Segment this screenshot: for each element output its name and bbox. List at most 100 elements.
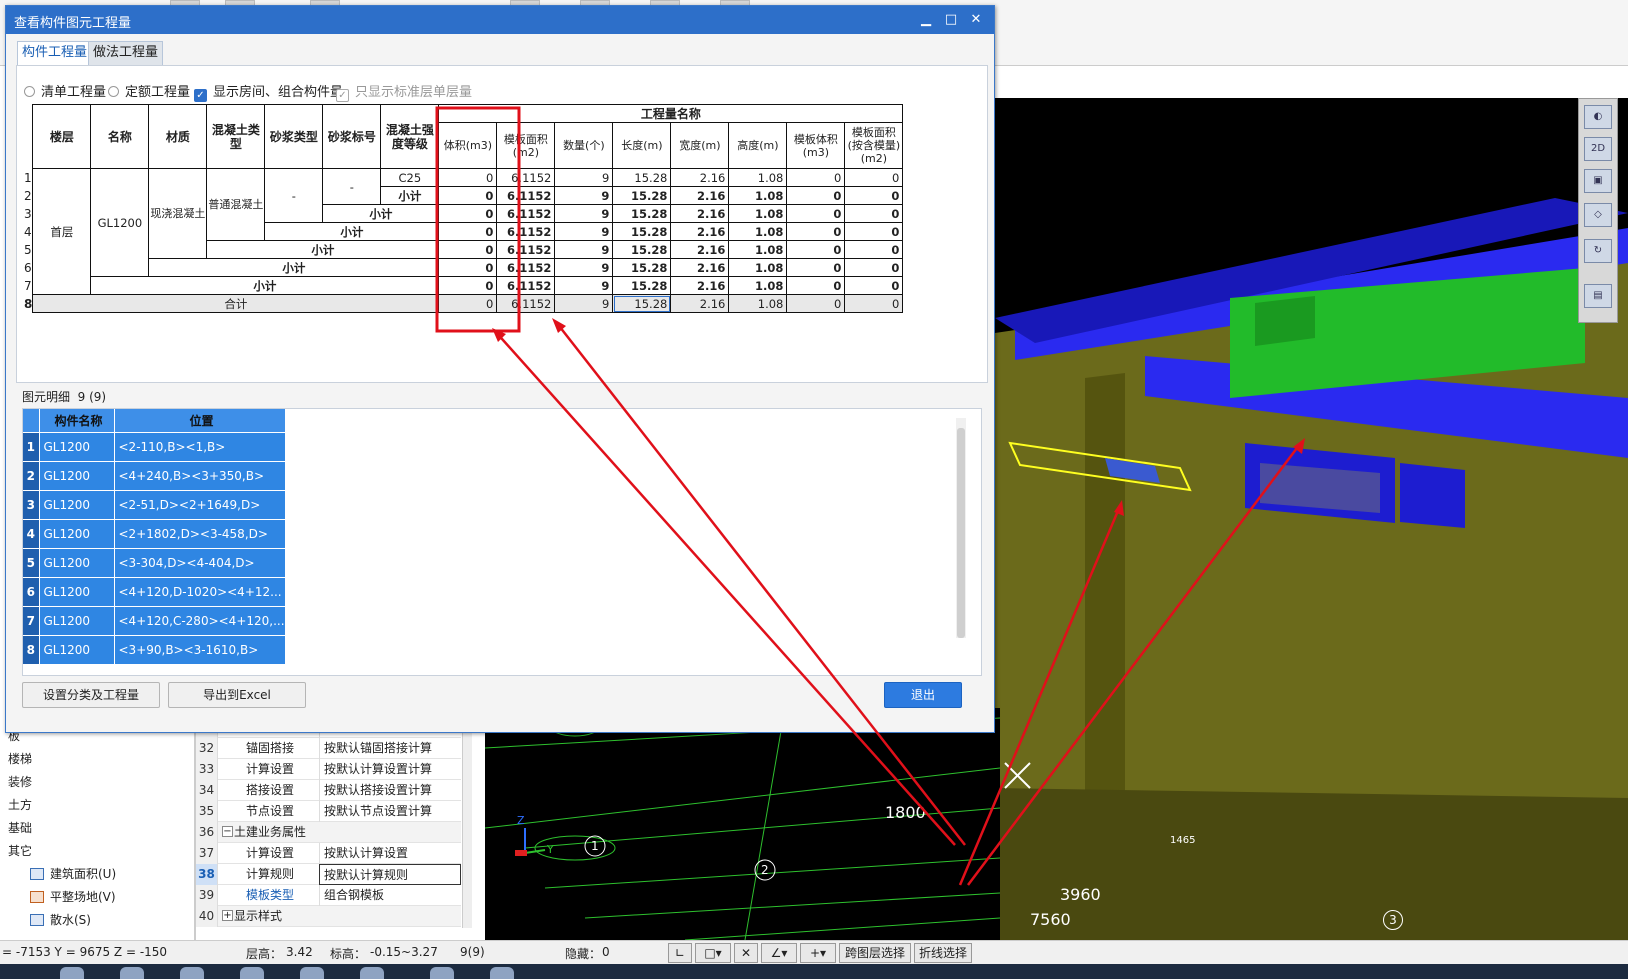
wall-column [1085, 373, 1125, 843]
cell-floor: 首层 [32, 168, 92, 295]
cad-plan-view[interactable]: 1 2 1800 Z Y [485, 708, 1000, 940]
tab-component-quantity[interactable]: 构件工程量 [17, 41, 93, 66]
apron-icon [30, 914, 44, 926]
exit-button[interactable]: 退出 [884, 682, 962, 708]
detail-header-name: 构件名称 [39, 409, 115, 433]
detail-scrollbar[interactable] [956, 418, 966, 638]
header-material: 材质 [148, 104, 208, 169]
dim-3960: 3960 [1060, 885, 1101, 904]
tab-method-quantity[interactable]: 做法工程量 [88, 41, 164, 65]
list-quantity-radio[interactable]: 清单工程量 [24, 81, 106, 100]
tree-item-foundation[interactable]: 基础 [8, 817, 32, 839]
tree-item-site-leveling[interactable]: 平整场地(V) [30, 886, 116, 908]
taskbar-app-icon[interactable] [360, 967, 384, 979]
property-scrollbar[interactable] [462, 728, 472, 928]
table-row-total[interactable]: 8 合计 0 6.1152 9 15.28 2.16 1.08 0 0 [24, 294, 904, 313]
maximize-icon[interactable]: □ [941, 10, 961, 30]
expand-icon[interactable]: + [222, 910, 233, 921]
close-icon[interactable]: ✕ [966, 10, 986, 30]
cell-subtotal: 小计 [206, 240, 440, 259]
axis-label-1: 1 [591, 839, 599, 853]
cross-icon[interactable]: ✕ [734, 943, 758, 963]
list-item[interactable]: 3 GL1200 <2-51,D><2+1649,D> [23, 490, 286, 520]
taskbar-app-icon[interactable] [240, 967, 264, 979]
list-item[interactable]: 7 GL1200 <4+120,C-280><4+120,... [23, 606, 286, 636]
prop-row[interactable]: 35 节点设置 按默认节点设置计算 [196, 801, 461, 822]
list-item[interactable]: 5 GL1200 <3-304,D><4-404,D> [23, 548, 286, 578]
taskbar-app-icon[interactable] [490, 967, 514, 979]
tree-item-stairs[interactable]: 楼梯 [8, 748, 32, 770]
detail-grid: 构件名称 位置 1 GL1200 <2-110,B><1,B> 2 GL1200 <4+… [22, 408, 982, 676]
detail-header-row: 构件名称 位置 [23, 409, 286, 433]
prop-group-row[interactable]: 36− 土建业务属性 [196, 822, 461, 843]
tree-item-other[interactable]: 其它 [8, 840, 32, 862]
dialog-titlebar[interactable]: 查看构件图元工程量 ▁ □ ✕ [6, 6, 994, 34]
prop-row[interactable]: 34 搭接设置 按默认搭接设置计算 [196, 780, 461, 801]
header-concrete-grade: 混凝土强度等级 [380, 104, 440, 169]
cell-subtotal: 小计 [148, 258, 440, 277]
show-room-checkbox[interactable]: ✓ 显示房间、组合构件量 [194, 81, 343, 102]
orthogonal-icon[interactable]: ∟ [668, 943, 692, 963]
rotate-icon[interactable]: ↻ [1584, 239, 1612, 263]
polyline-select-button[interactable]: 折线选择 [914, 943, 972, 963]
tree-item-decoration[interactable]: 装修 [8, 771, 32, 793]
std-layer-only-checkbox[interactable]: ✓ 只显示标准层单层量 [336, 81, 472, 102]
box-select-icon[interactable]: □▾ [695, 943, 731, 963]
list-item[interactable]: 6 GL1200 <4+120,D-1020><4+12... [23, 577, 286, 607]
table-row[interactable]: 1 首层 GL1200 现浇混凝土 普通混凝土 - - C25 0 6.1152… [24, 168, 904, 295]
3d-box-icon[interactable]: ▣ [1584, 169, 1612, 193]
prop-row-selected[interactable]: 38 计算规则 按默认计算规则 [196, 864, 461, 885]
collapse-icon[interactable]: − [222, 826, 233, 837]
taskbar-app-icon[interactable] [120, 967, 144, 979]
tree-item-earthwork[interactable]: 土方 [8, 794, 32, 816]
list-item[interactable]: 1 GL1200 <2-110,B><1,B> [23, 432, 286, 462]
site-leveling-icon [30, 891, 44, 903]
orbit-icon[interactable]: ◐ [1584, 105, 1612, 129]
taskbar-app-icon[interactable] [300, 967, 324, 979]
cube-icon[interactable]: ◇ [1584, 203, 1612, 227]
scrollbar-thumb[interactable] [957, 428, 965, 638]
radio-icon [108, 86, 119, 97]
list-item[interactable]: 2 GL1200 <4+240,B><3+350,B> [23, 461, 286, 491]
selected-cell[interactable]: 15.28 [612, 294, 672, 313]
header-floor: 楼层 [32, 104, 92, 169]
checkbox-checked-icon: ✓ [194, 89, 207, 102]
prop-row[interactable]: 39 模板类型 组合钢模板 [196, 885, 461, 906]
angle-icon[interactable]: ∠▾ [761, 943, 797, 963]
3d-model-drawing [995, 198, 1628, 940]
list-item[interactable]: 8 GL1200 <3+90,B><3-1610,B> [23, 635, 286, 665]
prop-row[interactable]: 33 计算设置 按默认计算设置计算 [196, 759, 461, 780]
prop-row[interactable]: 32 锚固搭接 按默认锚固搭接计算 [196, 738, 461, 759]
prop-group-row[interactable]: 40 + 显示样式 [196, 906, 461, 927]
tree-item-apron[interactable]: 散水(S) [30, 909, 91, 931]
tree-item-building-area[interactable]: 建筑面积(U) [30, 863, 116, 885]
quota-quantity-radio[interactable]: 定额工程量 [108, 81, 190, 100]
offset-icon[interactable]: +▾ [800, 943, 836, 963]
taskbar-app-icon[interactable] [180, 967, 204, 979]
cell-name: GL1200 [90, 168, 150, 277]
dim-7560: 7560 [1030, 910, 1071, 929]
grid-icon[interactable]: ▤ [1584, 284, 1612, 308]
axis-z: Z [517, 814, 525, 827]
cross-layer-select-button[interactable]: 跨图层选择 [839, 943, 911, 963]
os-taskbar [0, 964, 1628, 979]
3d-viewport[interactable] [995, 98, 1628, 940]
taskbar-app-icon[interactable] [430, 967, 454, 979]
cell-mortar-grade: - [322, 168, 382, 205]
header-formwork-area-mold: 模板面积(按含模量)(m2) [844, 122, 904, 169]
cell-subtotal: 小计 [90, 276, 440, 295]
taskbar-app-icon[interactable] [60, 967, 84, 979]
header-count: 数量(个) [554, 122, 614, 169]
prop-row[interactable]: 37 计算设置 按默认计算设置 [196, 843, 461, 864]
set-category-button[interactable]: 设置分类及工程量 [22, 682, 160, 708]
minimize-icon[interactable]: ▁ [916, 10, 936, 30]
floor-band [995, 788, 1628, 940]
table-row[interactable]: 6 小计 0 6.1152 9 15.28 2.16 1.08 0 0 [24, 258, 904, 277]
dim-1800: 1800 [885, 803, 926, 822]
list-item[interactable]: 4 GL1200 <2+1802,D><3-458,D> [23, 519, 286, 549]
coord-readout: = -7153 Y = 9675 Z = -150 [2, 945, 168, 959]
export-excel-button[interactable]: 导出到Excel [168, 682, 306, 708]
table-row[interactable]: 7 小计 0 6.1152 9 15.28 2.16 1.08 0 0 [24, 276, 904, 295]
axis-y: Y [546, 843, 554, 856]
2d-view-icon[interactable]: 2D [1584, 137, 1612, 161]
